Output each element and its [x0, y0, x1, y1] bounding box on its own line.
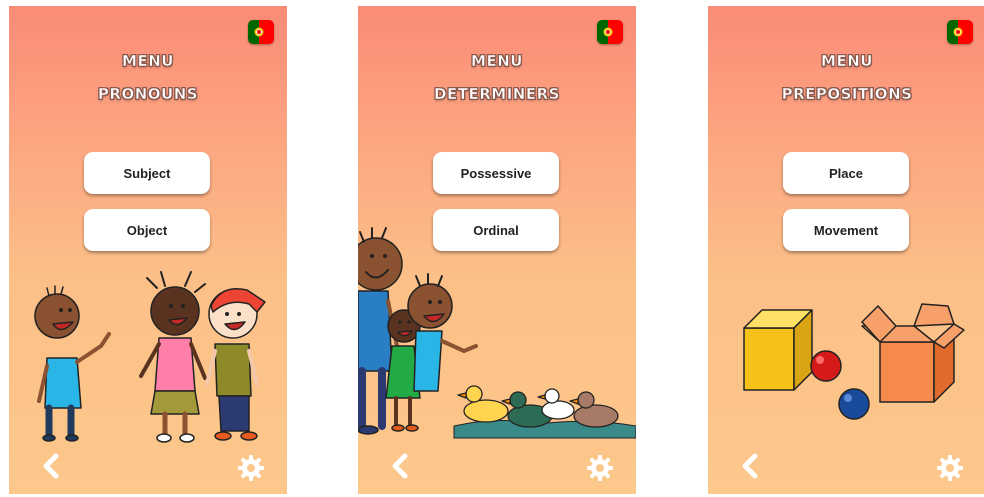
back-button[interactable]	[738, 452, 764, 480]
gear-icon	[937, 455, 963, 481]
gear-icon	[587, 455, 613, 481]
back-button[interactable]	[388, 452, 414, 480]
screen-pronouns: MENU PRONOUNS Subject Object	[9, 6, 287, 494]
chevron-left-icon	[43, 453, 59, 479]
screen-prepositions: MENU PREPOSITIONS Place Movement	[708, 6, 984, 494]
chevron-left-icon	[392, 453, 408, 479]
children-and-ducks-icon	[358, 227, 636, 439]
screen-determiners: MENU DETERMINERS Possessive Ordinal	[358, 6, 636, 494]
settings-button[interactable]	[936, 454, 964, 482]
settings-button[interactable]	[586, 454, 614, 482]
chevron-left-icon	[742, 453, 758, 479]
settings-button[interactable]	[237, 454, 265, 482]
three-children-icon	[34, 271, 266, 443]
gear-icon	[238, 455, 264, 481]
back-button[interactable]	[39, 452, 65, 480]
boxes-and-balls-icon	[743, 303, 965, 420]
